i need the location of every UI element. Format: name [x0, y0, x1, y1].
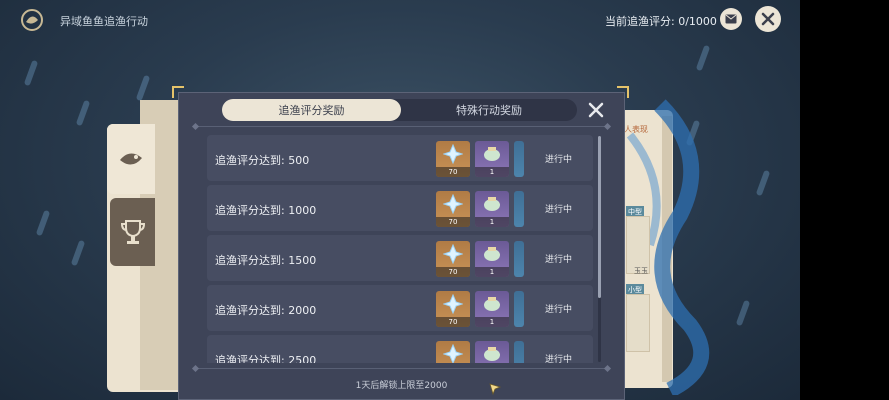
fish-card[interactable]	[626, 294, 650, 352]
fish-bait-icon	[484, 297, 500, 311]
cursor-icon	[489, 383, 502, 396]
row-label: 追渔评分达到: 1500	[215, 254, 317, 267]
reward-count: 1	[475, 167, 509, 177]
event-title: 异域鱼鱼追渔行动	[60, 15, 148, 28]
decor-shard	[695, 44, 711, 72]
reward-row: 追渔评分达到: 500 70 1 进行中	[207, 135, 593, 181]
reward-count: 70	[436, 267, 470, 277]
unlock-notice: 1天后解锁上限至2000	[355, 381, 448, 391]
item-reward[interactable]	[514, 141, 524, 177]
status-label: 进行中	[545, 255, 573, 265]
primogem-reward[interactable]: 70	[436, 291, 470, 327]
decor-shard	[70, 239, 86, 267]
decor-shard	[35, 209, 51, 237]
status-label: 进行中	[545, 355, 573, 363]
right-page-label: 人表现	[624, 125, 648, 134]
item-reward[interactable]: 1	[475, 291, 509, 327]
item-reward[interactable]: 1	[475, 141, 509, 177]
primogem-reward[interactable]: 70	[436, 141, 470, 177]
primogem-icon	[443, 194, 463, 214]
letterbox-bar	[800, 0, 889, 400]
primogem-icon	[443, 344, 463, 363]
item-reward[interactable]	[514, 191, 524, 227]
reward-count: 1	[475, 217, 509, 227]
primogem-reward[interactable]: 70	[436, 241, 470, 277]
reward-list[interactable]: 追渔评分达到: 500 70 1 进行中 追渔评分达到: 1000 70 1 进…	[207, 135, 595, 363]
status-label: 进行中	[545, 205, 573, 215]
fish-name-text: 玉玉	[634, 267, 648, 275]
fish-emblem-icon	[120, 153, 142, 165]
reward-row: 追渔评分达到: 2000 70 1 进行中	[207, 285, 593, 331]
item-reward[interactable]	[514, 241, 524, 277]
tab-trophy[interactable]	[110, 198, 155, 266]
item-reward[interactable]	[475, 341, 509, 363]
divider	[196, 126, 606, 127]
tab-special-rewards[interactable]: 特殊行动奖励	[401, 99, 577, 121]
primogem-reward[interactable]	[436, 341, 470, 363]
decor-shard	[755, 169, 771, 197]
primogem-icon	[443, 244, 463, 264]
status-label: 进行中	[545, 305, 573, 315]
row-label: 追渔评分达到: 2000	[215, 304, 317, 317]
reward-row: 追渔评分达到: 1500 70 1 进行中	[207, 235, 593, 281]
reward-row: 追渔评分达到: 1000 70 1 进行中	[207, 185, 593, 231]
item-reward[interactable]	[514, 341, 524, 363]
decor-shard	[135, 74, 151, 102]
primogem-icon	[443, 294, 463, 314]
tab-score-rewards[interactable]: 追渔评分奖励	[222, 99, 401, 121]
trophy-icon	[120, 220, 145, 244]
close-event-button[interactable]	[755, 6, 781, 32]
primogem-icon	[443, 144, 463, 164]
reward-count: 70	[436, 317, 470, 327]
status-label: 进行中	[545, 155, 573, 165]
row-label: 追渔评分达到: 1000	[215, 204, 317, 217]
game-screen: 异域鱼鱼追渔行动 当前追渔评分: 0/1000 人表现 中型 玉玉 小型 追渔评…	[0, 0, 800, 400]
row-label: 追渔评分达到: 2500	[215, 354, 317, 363]
corner-ornament	[172, 86, 184, 98]
current-score: 当前追渔评分: 0/1000	[605, 15, 717, 28]
mail-button[interactable]	[720, 8, 742, 30]
close-icon	[761, 12, 775, 26]
decor-shard	[75, 99, 91, 127]
reward-row: 追渔评分达到: 2500 进行中	[207, 335, 593, 363]
fish-bait-icon	[484, 147, 500, 161]
primogem-reward[interactable]: 70	[436, 191, 470, 227]
dialog-close-button[interactable]	[586, 100, 606, 120]
tab-fish[interactable]	[107, 124, 155, 194]
scrollbar-thumb[interactable]	[598, 136, 601, 298]
mail-icon	[725, 14, 737, 24]
corner-ornament	[617, 86, 629, 98]
fish-bait-icon	[484, 197, 500, 211]
divider	[196, 368, 606, 369]
reward-count: 1	[475, 267, 509, 277]
item-reward[interactable]: 1	[475, 241, 509, 277]
row-label: 追渔评分达到: 500	[215, 154, 310, 167]
decor-shard	[23, 59, 39, 87]
reward-count: 70	[436, 167, 470, 177]
decor-shard	[735, 299, 751, 327]
reward-count: 1	[475, 317, 509, 327]
reward-count: 70	[436, 217, 470, 227]
item-reward[interactable]: 1	[475, 191, 509, 227]
close-icon	[588, 102, 604, 118]
fish-bait-icon	[484, 347, 500, 361]
event-logo-icon	[20, 8, 44, 32]
fish-bait-icon	[484, 247, 500, 261]
item-reward[interactable]	[514, 291, 524, 327]
